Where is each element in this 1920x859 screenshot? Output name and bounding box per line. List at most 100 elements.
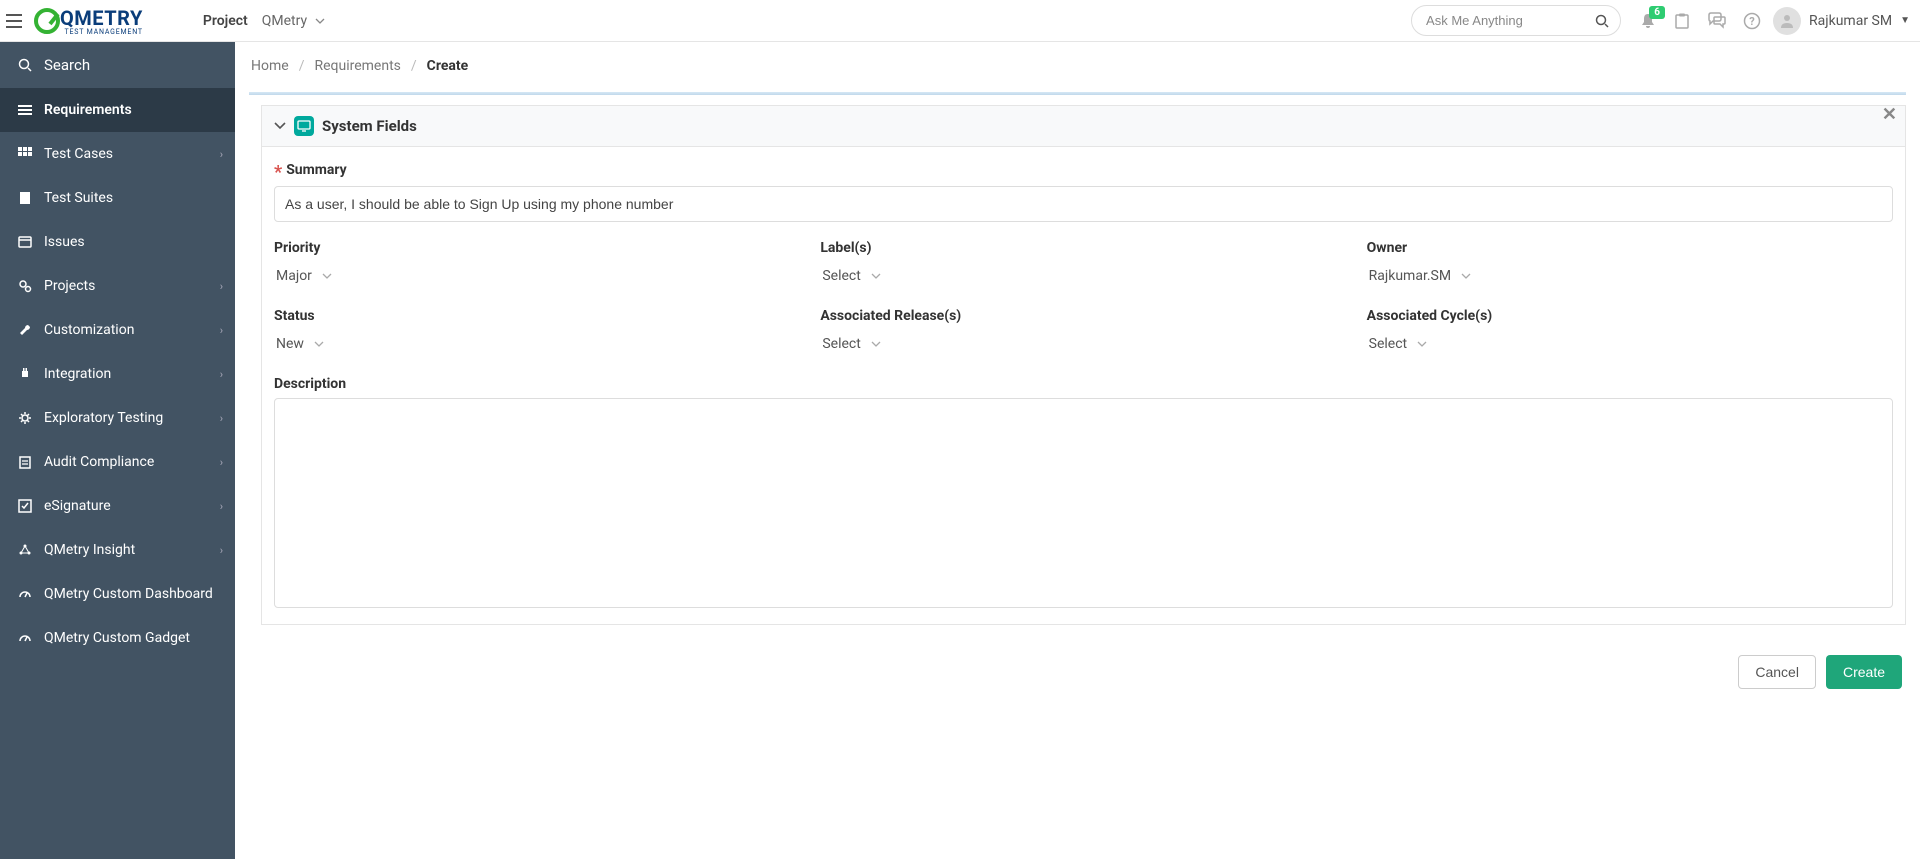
sidebar-item-requirements[interactable]: Requirements — [0, 88, 235, 132]
breadcrumb-home[interactable]: Home — [251, 58, 289, 74]
logo-text: QMETRY — [60, 6, 143, 30]
owner-dropdown[interactable]: Rajkumar.SM — [1367, 262, 1473, 290]
monitor-icon — [294, 116, 314, 136]
required-star-icon: * — [274, 162, 282, 183]
hamburger-menu-icon[interactable] — [2, 9, 26, 33]
notification-badge: 6 — [1649, 6, 1665, 19]
breadcrumb: Home / Requirements / Create — [249, 42, 1906, 92]
sidebar-item-label: eSignature — [44, 498, 111, 514]
create-button[interactable]: Create — [1826, 655, 1902, 689]
breadcrumb-current: Create — [427, 58, 469, 74]
top-icons: 6 ? — [1639, 12, 1761, 30]
gear-icon — [16, 411, 34, 425]
form-body: * Summary Priority Major Label(s) — [262, 147, 1905, 624]
clipboard-icon[interactable] — [1673, 12, 1691, 30]
status-dropdown[interactable]: New — [274, 330, 326, 358]
network-icon — [16, 543, 34, 557]
chevron-down-icon — [315, 18, 325, 24]
list-icon — [16, 103, 34, 117]
sidebar-item-test-cases[interactable]: Test Cases › — [0, 132, 235, 176]
sidebar-item-label: QMetry Custom Gadget — [44, 630, 190, 646]
chevron-right-icon: › — [220, 324, 223, 337]
description-textarea[interactable] — [274, 398, 1893, 608]
associated-cycles-dropdown[interactable]: Select — [1367, 330, 1429, 358]
sidebar-item-label: Issues — [44, 234, 85, 250]
logo-subtext: TEST MANAGEMENT — [62, 28, 143, 36]
chevron-right-icon: › — [220, 544, 223, 557]
chat-icon[interactable] — [1707, 12, 1727, 30]
search-input[interactable] — [1411, 5, 1621, 36]
sidebar-item-issues[interactable]: Issues — [0, 220, 235, 264]
chevron-down-icon — [322, 273, 332, 279]
search-icon[interactable] — [1595, 14, 1609, 28]
status-label: Status — [274, 308, 800, 324]
logo[interactable]: QMETRY TEST MANAGEMENT — [32, 6, 143, 36]
sidebar-item-label: Projects — [44, 278, 95, 294]
sidebar-item-customization[interactable]: Customization › — [0, 308, 235, 352]
checkbox-icon — [16, 499, 34, 513]
sidebar-item-audit-compliance[interactable]: Audit Compliance › — [0, 440, 235, 484]
sidebar-item-integration[interactable]: Integration › — [0, 352, 235, 396]
grid-icon — [16, 147, 34, 161]
divider-bar — [249, 92, 1906, 95]
owner-label: Owner — [1367, 240, 1893, 256]
main-content: Home / Requirements / Create ✕ System Fi… — [235, 42, 1920, 859]
gauge-icon — [16, 631, 34, 645]
collapse-icon[interactable] — [274, 122, 286, 130]
breadcrumb-sep: / — [411, 58, 417, 74]
priority-dropdown[interactable]: Major — [274, 262, 334, 290]
sidebar-item-custom-gadget[interactable]: QMetry Custom Gadget — [0, 616, 235, 660]
sidebar: Search Requirements Test Cases › Test Su… — [0, 42, 235, 859]
sidebar-item-test-suites[interactable]: Test Suites — [0, 176, 235, 220]
notification-bell-icon[interactable]: 6 — [1639, 12, 1657, 30]
priority-label: Priority — [274, 240, 800, 256]
chevron-right-icon: › — [220, 500, 223, 513]
svg-text:?: ? — [1749, 15, 1755, 28]
section-header-system-fields: System Fields — [262, 106, 1905, 147]
chevron-down-icon — [314, 341, 324, 347]
breadcrumb-sep: / — [299, 58, 305, 74]
logo-mark-icon — [32, 6, 62, 36]
document-icon — [16, 191, 34, 205]
caret-down-icon: ▼ — [1900, 15, 1910, 26]
sidebar-search[interactable]: Search — [0, 42, 235, 88]
associated-releases-label: Associated Release(s) — [820, 308, 1346, 324]
user-menu[interactable]: Rajkumar SM ▼ — [1773, 7, 1910, 35]
sidebar-item-label: QMetry Insight — [44, 542, 135, 558]
sidebar-item-label: Audit Compliance — [44, 454, 154, 470]
chevron-down-icon — [1417, 341, 1427, 347]
sidebar-item-label: Test Cases — [44, 146, 113, 162]
page-icon — [16, 235, 34, 249]
sidebar-item-label: QMetry Custom Dashboard — [44, 586, 213, 602]
chevron-right-icon: › — [220, 412, 223, 425]
clipboard-check-icon — [16, 455, 34, 469]
chevron-right-icon: › — [220, 456, 223, 469]
close-icon[interactable]: ✕ — [1882, 104, 1897, 125]
search-icon — [16, 58, 34, 72]
chevron-down-icon — [1461, 273, 1471, 279]
global-search — [1411, 5, 1621, 36]
sidebar-item-esignature[interactable]: eSignature › — [0, 484, 235, 528]
sidebar-item-label: Exploratory Testing — [44, 410, 163, 426]
sidebar-item-custom-dashboard[interactable]: QMetry Custom Dashboard — [0, 572, 235, 616]
sidebar-item-projects[interactable]: Projects › — [0, 264, 235, 308]
associated-releases-dropdown[interactable]: Select — [820, 330, 882, 358]
project-dropdown[interactable]: QMetry — [262, 13, 325, 29]
form-actions: Cancel Create — [249, 655, 1906, 689]
topbar: QMETRY TEST MANAGEMENT Project QMetry 6 … — [0, 0, 1920, 42]
sidebar-item-qmetry-insight[interactable]: QMetry Insight › — [0, 528, 235, 572]
sidebar-item-label: Test Suites — [44, 190, 113, 206]
project-value: QMetry — [262, 13, 307, 29]
summary-input[interactable] — [274, 186, 1893, 222]
help-icon[interactable]: ? — [1743, 12, 1761, 30]
breadcrumb-requirements[interactable]: Requirements — [314, 58, 400, 74]
description-label: Description — [274, 376, 1893, 392]
sidebar-item-label: Customization — [44, 322, 134, 338]
sidebar-item-label: Requirements — [44, 102, 132, 118]
section-title: System Fields — [322, 117, 417, 135]
labels-dropdown[interactable]: Select — [820, 262, 882, 290]
sidebar-item-exploratory-testing[interactable]: Exploratory Testing › — [0, 396, 235, 440]
project-selector: Project QMetry — [203, 13, 325, 29]
cancel-button[interactable]: Cancel — [1738, 655, 1816, 689]
user-name: Rajkumar SM — [1809, 13, 1892, 29]
